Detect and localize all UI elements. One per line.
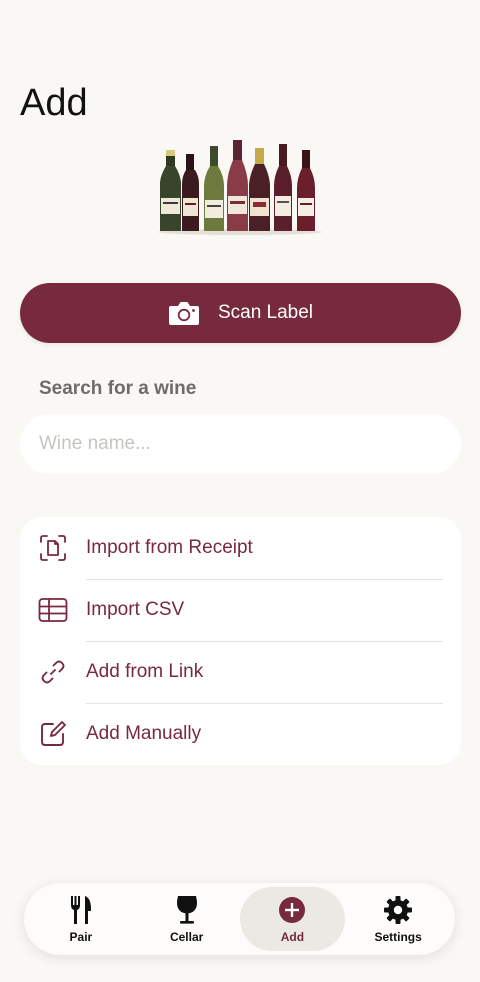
tab-settings-label: Settings — [374, 929, 422, 944]
receipt-scan-icon — [38, 533, 68, 563]
add-manually-label: Add Manually — [86, 723, 202, 744]
tab-add-label: Add — [280, 929, 305, 944]
table-icon — [38, 595, 68, 625]
add-options-card: Import from Receipt Import CSV Add from … — [20, 517, 461, 765]
add-manually-row[interactable]: Add Manually — [20, 703, 461, 765]
page-title: Add — [20, 82, 88, 124]
plus-circle-icon — [277, 895, 307, 925]
tab-cellar-label: Cellar — [169, 929, 204, 944]
camera-icon — [168, 299, 200, 327]
link-icon — [38, 657, 68, 687]
add-from-link-row[interactable]: Add from Link — [20, 641, 461, 703]
tab-settings[interactable]: Settings — [345, 887, 451, 951]
add-screen: Add Scan Label Search for a wine Wine na… — [0, 0, 480, 982]
fork-knife-icon — [66, 895, 96, 925]
import-csv-label: Import CSV — [86, 599, 185, 620]
wine-bottles-illustration — [155, 138, 325, 236]
edit-icon — [38, 719, 68, 749]
import-receipt-label: Import from Receipt — [86, 537, 253, 558]
search-field[interactable] — [20, 414, 461, 474]
tab-add[interactable]: Add — [239, 887, 346, 951]
tab-pair[interactable]: Pair — [28, 887, 134, 951]
wine-glass-icon — [172, 895, 202, 925]
scan-label-button[interactable]: Scan Label — [20, 283, 461, 343]
add-from-link-label: Add from Link — [86, 661, 204, 682]
import-receipt-row[interactable]: Import from Receipt — [20, 517, 461, 579]
search-section-label: Search for a wine — [39, 378, 197, 399]
bottom-tab-bar: Pair Cellar Add Settings — [24, 883, 455, 955]
tab-pair-label: Pair — [69, 929, 93, 944]
gear-icon — [383, 895, 413, 925]
tab-cellar[interactable]: Cellar — [134, 887, 240, 951]
search-input[interactable] — [39, 433, 461, 455]
scan-label-text: Scan Label — [217, 302, 314, 323]
import-csv-row[interactable]: Import CSV — [20, 579, 461, 641]
